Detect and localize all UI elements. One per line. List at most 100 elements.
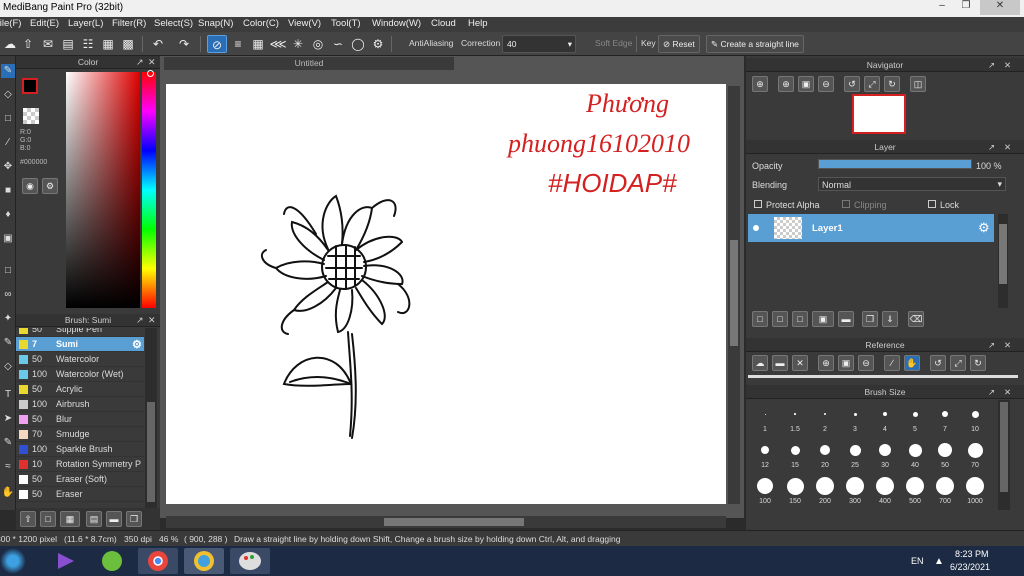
close-reference-icon[interactable]: ✕ xyxy=(792,355,808,371)
popout-icon[interactable]: ↗ xyxy=(988,338,995,352)
add-brush-cloud-icon[interactable]: ⇧ xyxy=(20,511,36,527)
zoom-in-alt-icon[interactable]: ⊕ xyxy=(778,76,794,92)
brush-menu-icon[interactable]: ▦ xyxy=(60,511,80,527)
brush-size-option[interactable]: 15 xyxy=(780,438,810,469)
brush-size-option[interactable]: 400 xyxy=(870,474,900,505)
brush-tool-icon[interactable]: ✎ xyxy=(1,64,15,78)
blending-select[interactable]: Normal ▾ xyxy=(818,177,1006,191)
text-tool-icon[interactable]: T xyxy=(1,388,15,402)
menu-file[interactable]: File(F) xyxy=(0,18,21,29)
hand-tool-icon[interactable]: ✋ xyxy=(1,486,15,500)
settings-gear-icon[interactable]: ⚙ xyxy=(368,35,388,53)
horizontal-scrollbar[interactable] xyxy=(166,516,726,528)
paint-palette-icon[interactable] xyxy=(230,548,270,574)
brush-size-option[interactable]: 50 xyxy=(930,438,960,469)
restore-button[interactable]: ❐ xyxy=(954,0,978,15)
select-tool-icon[interactable]: □ xyxy=(1,264,15,278)
menu-cloud[interactable]: Cloud xyxy=(431,18,456,29)
chrome-icon[interactable] xyxy=(138,548,178,574)
flip-icon[interactable]: ◫ xyxy=(910,76,926,92)
brush-list-item[interactable]: 100 Watercolor (Wet) xyxy=(16,367,144,382)
brush-folder-icon[interactable]: ▬ xyxy=(106,511,122,527)
brush-size-option[interactable]: 5 xyxy=(900,402,930,433)
brush-list-scrollbar[interactable] xyxy=(145,328,157,508)
add-layer-menu-icon[interactable]: ▣ xyxy=(812,311,834,327)
radial-snap-icon[interactable]: ✳ xyxy=(288,35,308,53)
create-straight-line-button[interactable]: ✎ Create a straight line xyxy=(706,35,804,53)
parallel-snap-icon[interactable]: ≡ xyxy=(228,35,248,53)
brush-size-option[interactable]: 1 xyxy=(750,402,780,433)
brush-list-item[interactable]: 50 Blur xyxy=(16,412,144,427)
menu-help[interactable]: Help xyxy=(468,18,488,29)
clock-date[interactable]: 6/23/2021 xyxy=(950,562,990,572)
brush-size-option[interactable]: 150 xyxy=(780,474,810,505)
comment-alt-icon[interactable]: ▤ xyxy=(58,35,78,53)
open-file-icon[interactable]: ▬ xyxy=(772,355,788,371)
brush-list-item[interactable]: 50 Eraser (Soft) xyxy=(16,472,144,487)
popout-icon[interactable]: ↗ xyxy=(988,385,995,399)
menu-snap[interactable]: Snap(N) xyxy=(198,18,233,29)
saturation-value-picker[interactable] xyxy=(66,72,140,308)
bucket-tool-icon[interactable]: ♦ xyxy=(1,208,15,222)
menu-view[interactable]: View(V) xyxy=(288,18,321,29)
brush-size-option[interactable]: 700 xyxy=(930,474,960,505)
palette-icon[interactable]: ◉ xyxy=(22,178,38,194)
brush-list-item[interactable]: 70 Smudge xyxy=(16,427,144,442)
brush-size-option[interactable]: 3 xyxy=(840,402,870,433)
medibang-icon[interactable] xyxy=(184,548,224,574)
brush-list-item[interactable]: 100 Sparkle Brush xyxy=(16,442,144,457)
brush-size-option[interactable]: 70 xyxy=(960,438,990,469)
close-window-button[interactable]: ✕ xyxy=(980,0,1020,15)
circle-snap-icon[interactable]: ◎ xyxy=(308,35,328,53)
brush-list-item[interactable]: 50 Watercolor xyxy=(16,352,144,367)
select-pen-tool-icon[interactable]: ✎ xyxy=(1,336,15,350)
menu-layer[interactable]: Layer(L) xyxy=(68,18,103,29)
divide-tool-icon[interactable]: ✎ xyxy=(1,436,15,450)
rotate-left-icon[interactable]: ↺ xyxy=(930,355,946,371)
vertical-scrollbar[interactable] xyxy=(728,86,740,504)
lock-checkbox[interactable] xyxy=(928,200,936,208)
brush-size-option[interactable]: 2 xyxy=(810,402,840,433)
new-1bit-layer-icon[interactable]: □ xyxy=(792,311,808,327)
visibility-icon[interactable] xyxy=(753,225,759,231)
shape-fill-tool-icon[interactable]: ■ xyxy=(1,184,15,198)
brush-duplicate-icon[interactable]: ❐ xyxy=(126,511,142,527)
new-layer-icon[interactable]: □ xyxy=(752,311,768,327)
move-tool-icon[interactable]: ✥ xyxy=(1,160,15,174)
page-manager-icon[interactable]: ▦ xyxy=(98,35,118,53)
eyedropper-tool-icon[interactable]: ≈ xyxy=(1,460,15,474)
correction-select[interactable]: 40 ▾ xyxy=(502,35,576,53)
brush-list-item[interactable]: 50 Eraser xyxy=(16,487,144,502)
fullscreen-icon[interactable]: ⤢ xyxy=(864,76,880,92)
new-folder-icon[interactable]: ▬ xyxy=(838,311,854,327)
undo-icon[interactable]: ↶ xyxy=(148,35,168,53)
close-panel-icon[interactable]: ✕ xyxy=(1004,338,1011,352)
brush-size-option[interactable]: 7 xyxy=(930,402,960,433)
brush-size-option[interactable]: 25 xyxy=(840,438,870,469)
layer-list-scrollbar[interactable] xyxy=(998,214,1008,308)
vanishing-point-icon[interactable]: ⋘ xyxy=(268,35,288,53)
close-panel-icon[interactable]: ✕ xyxy=(1004,58,1011,72)
brush-list-item[interactable]: 7 Sumi ⚙ xyxy=(16,337,144,352)
menu-color[interactable]: Color(C) xyxy=(243,18,279,29)
brush-size-option[interactable]: 1.5 xyxy=(780,402,810,433)
layer-settings-gear-icon[interactable]: ⚙ xyxy=(978,220,990,236)
rotate-right-icon[interactable]: ↻ xyxy=(970,355,986,371)
document-tab[interactable]: Untitled xyxy=(164,57,454,70)
merge-down-icon[interactable]: ⇓ xyxy=(882,311,898,327)
clipping-checkbox[interactable] xyxy=(842,200,850,208)
menu-tool[interactable]: Tool(T) xyxy=(331,18,361,29)
color-settings-icon[interactable]: ⚙ xyxy=(42,178,58,194)
brush-size-option[interactable]: 4 xyxy=(870,402,900,433)
brush-settings-gear-icon[interactable]: ⚙ xyxy=(132,338,142,351)
brush-size-option[interactable]: 300 xyxy=(840,474,870,505)
fit-icon[interactable]: ▣ xyxy=(838,355,854,371)
brush-list-item[interactable]: 10 Rotation Symmetry P xyxy=(16,457,144,472)
menu-edit[interactable]: Edit(E) xyxy=(30,18,59,29)
close-panel-icon[interactable]: ✕ xyxy=(148,56,156,69)
snap-off-icon[interactable]: ⊘ xyxy=(207,35,227,53)
comment-icon[interactable]: ✉ xyxy=(38,35,58,53)
magic-wand-tool-icon[interactable]: ✦ xyxy=(1,312,15,326)
rotate-left-icon[interactable]: ↺ xyxy=(844,76,860,92)
pen-tool-icon[interactable]: ∕ xyxy=(1,136,15,150)
